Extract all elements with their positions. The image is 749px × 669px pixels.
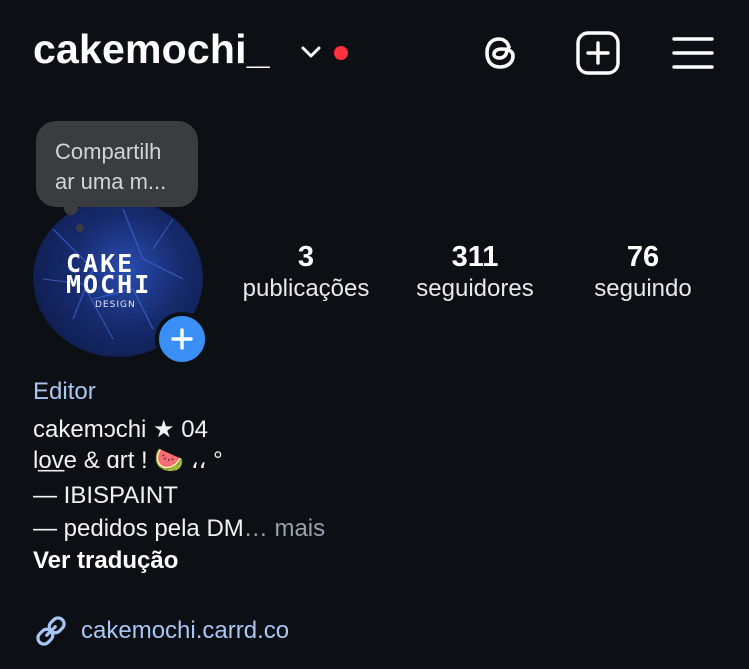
stat-followers-label: seguidores xyxy=(416,275,534,302)
stat-following-count: 76 xyxy=(626,241,660,273)
bio-line: lo̲v̲e & ɑrt ! 🍉 ،، ° xyxy=(33,447,223,474)
profile-category: Editor xyxy=(33,378,96,405)
profile-link-text[interactable]: cakemochi.carrd.co xyxy=(81,617,289,645)
threads-icon[interactable] xyxy=(478,30,524,76)
bio-name-line: cakemɔchi ★ 04 xyxy=(33,416,208,443)
username-switcher[interactable]: cakemochi_ xyxy=(33,26,270,73)
profile-header: cakemochi_ xyxy=(0,0,749,110)
bubble-tail-small xyxy=(76,224,84,232)
plus-icon xyxy=(171,328,193,350)
link-icon xyxy=(36,616,66,646)
svg-text:DESIGN: DESIGN xyxy=(95,300,136,310)
stat-followers-count: 311 xyxy=(451,241,499,273)
add-story-button[interactable] xyxy=(155,312,209,366)
stat-following-label: seguindo xyxy=(594,275,692,302)
menu-icon[interactable] xyxy=(670,30,716,76)
profile-link[interactable]: cakemochi.carrd.co xyxy=(33,613,289,649)
notification-dot xyxy=(334,46,348,60)
bio-line: — IBISPAINT xyxy=(33,482,178,509)
see-translation-link[interactable]: Ver tradução xyxy=(33,547,178,575)
stat-followers[interactable]: 311 seguidores xyxy=(395,240,555,304)
share-note-bubble[interactable]: Compartilh ar uma m... xyxy=(36,121,198,207)
stat-posts[interactable]: 3 publicações xyxy=(226,240,386,304)
stat-following[interactable]: 76 seguindo xyxy=(563,240,723,304)
chevron-down-icon[interactable] xyxy=(300,44,322,60)
add-post-icon[interactable] xyxy=(575,30,621,76)
bio-line-last: — pedidos pela DM… mais xyxy=(33,515,325,543)
bubble-tail xyxy=(64,201,78,215)
svg-text:MOCHI: MOCHI xyxy=(66,270,151,299)
stat-posts-label: publicações xyxy=(242,275,370,302)
stat-posts-count: 3 xyxy=(297,241,315,273)
bio-line-text: — pedidos pela DM xyxy=(33,515,244,542)
see-more-link[interactable]: … mais xyxy=(244,515,325,542)
